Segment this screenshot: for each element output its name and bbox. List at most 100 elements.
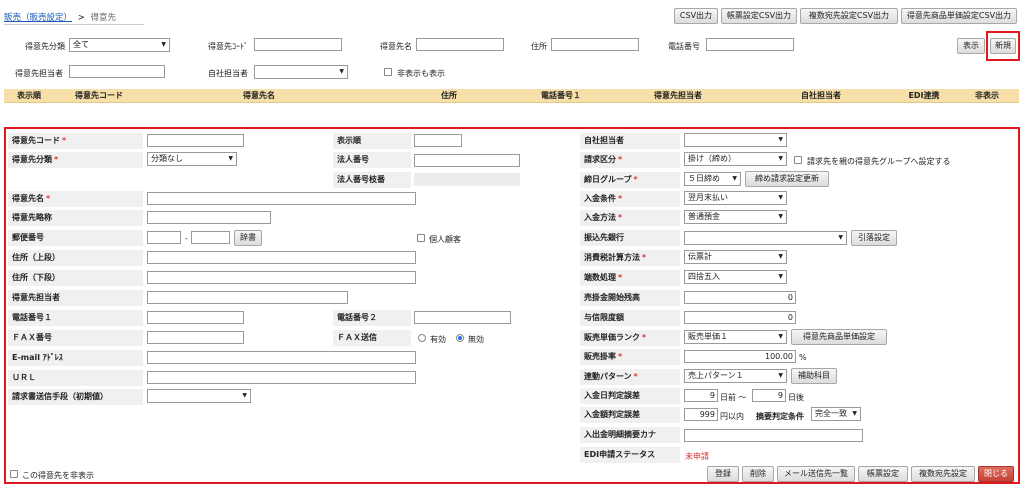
date-before-input[interactable]: 9 [684,389,718,402]
label-address-upper: 住所（上段） [8,250,143,266]
amount-tolerance-input[interactable]: 999 [684,408,718,421]
sub-account-button[interactable]: 補助科目 [791,368,837,384]
delete-button[interactable]: 削除 [742,466,774,482]
customer-person-input[interactable] [147,291,348,304]
product-price-csv-button[interactable]: 得意先商品単価設定CSV出力 [901,8,1017,24]
customer-short-name-input[interactable] [147,211,271,224]
breadcrumb-current: 得意先 [90,13,117,23]
search-person-label: 得意先担当者 [15,69,63,78]
mail-recipients-button[interactable]: メール送信先一覧 [777,466,855,482]
search-own-person-label: 自社担当者 [208,69,248,78]
label-zip: 郵便番号 [8,230,143,246]
price-rank-select[interactable]: 販売単価１ ▼ [684,330,787,344]
close-button[interactable]: 閉じる [978,466,1014,482]
bank-select[interactable]: ▼ [684,231,847,245]
invoice-method-select[interactable]: ▼ [147,389,251,403]
label-pattern: 連動パターン * [580,369,680,385]
billing-type-select[interactable]: 掛け（締め） ▼ [684,152,787,166]
own-person-select[interactable]: ▼ [684,133,787,147]
zip-second-input[interactable] [191,231,230,244]
col-header-name[interactable]: 得意先名 [204,89,314,103]
label-bank: 振込先銀行 [580,230,680,246]
parent-group-checkbox[interactable] [794,156,802,164]
pattern-select[interactable]: 売上パターン１ ▼ [684,369,787,383]
label-customer-short-name: 得意先略称 [8,210,143,226]
col-header-hidden[interactable]: 非表示 [969,89,1005,103]
zip-first-input[interactable] [147,231,181,244]
search-own-person-select[interactable]: ▼ [254,65,348,79]
multi-address-settings-button[interactable]: 複数宛先設定 [911,466,975,482]
col-header-own-person[interactable]: 自社担当者 [786,89,856,103]
chevron-down-icon: ▼ [778,213,783,220]
phone2-input[interactable] [414,311,511,324]
payment-terms-select[interactable]: 翌月末払い ▼ [684,191,787,205]
address-upper-input[interactable] [147,251,416,264]
search-person-input[interactable] [69,65,165,78]
tax-calc-select[interactable]: 伝票計 ▼ [684,250,787,264]
ar-balance-input[interactable]: 0 [684,291,796,304]
corporate-number-input[interactable] [414,154,520,167]
label-corporate-number: 法人番号 [333,152,411,168]
csv-export-button[interactable]: CSV出力 [674,8,718,24]
label-address-lower: 住所（下段） [8,270,143,286]
address-lower-input[interactable] [147,271,416,284]
payment-method-select[interactable]: 普通預金 ▼ [684,210,787,224]
display-order-input[interactable] [414,134,462,147]
fax-send-enabled-radio[interactable] [418,334,426,342]
product-price-settings-button[interactable]: 得意先商品単価設定 [791,329,887,345]
individual-customer-checkbox[interactable] [417,234,425,242]
credit-limit-input[interactable]: 0 [684,311,796,324]
date-after-input[interactable]: 9 [752,389,786,402]
label-customer-category: 得意先分類 * [8,152,143,168]
label-customer-name: 得意先名 * [8,191,143,207]
label-billing-type: 請求区分 * [580,152,680,168]
multi-address-csv-button[interactable]: 複数宛先設定CSV出力 [800,8,898,24]
col-header-code[interactable]: 得意先コード [64,89,134,103]
col-header-phone[interactable]: 電話番号１ [531,89,591,103]
kana-input[interactable] [684,429,863,442]
chevron-down-icon: ▼ [242,392,247,399]
register-button[interactable]: 登録 [707,466,739,482]
breadcrumb-parent-link[interactable]: 販売（販売設定） [4,13,72,23]
chevron-down-icon: ▼ [161,41,166,48]
new-button[interactable]: 新規 [990,38,1016,54]
corporate-branch-readonly [414,173,520,186]
customer-name-input[interactable] [147,192,416,205]
display-button[interactable]: 表示 [957,38,985,54]
sales-rate-input[interactable]: 100.00 [684,350,796,363]
amount-tolerance-unit: 円以内 [720,412,744,421]
closing-update-button[interactable]: 締め請求設定更新 [745,171,829,187]
fax-input[interactable] [147,331,244,344]
hide-customer-checkbox[interactable] [10,470,18,478]
label-display-order: 表示順 [333,133,411,149]
search-name-input[interactable] [416,38,504,51]
label-corporate-branch: 法人番号枝番 [333,172,411,188]
summary-condition-select[interactable]: 完全一致 ▼ [811,407,861,421]
search-category-select[interactable]: 全て ▼ [69,38,170,52]
search-address-input[interactable] [551,38,639,51]
email-input[interactable] [147,351,416,364]
label-customer-person: 得意先担当者 [8,290,143,306]
fax-send-disabled-radio[interactable] [456,334,464,342]
debit-settings-button[interactable]: 引落設定 [851,230,897,246]
label-invoice-method: 請求書送信手段（初期値） [8,389,143,405]
customer-category-select[interactable]: 分類なし ▼ [147,152,237,166]
col-header-order[interactable]: 表示順 [8,89,50,103]
chevron-down-icon: ▼ [852,410,857,417]
chevron-down-icon: ▼ [778,136,783,143]
col-header-edi[interactable]: EDI連携 [904,89,944,103]
search-code-input[interactable] [254,38,342,51]
customer-code-input[interactable] [147,134,244,147]
rounding-select[interactable]: 四捨五入 ▼ [684,270,787,284]
form-settings-csv-button[interactable]: 帳票設定CSV出力 [721,8,797,24]
form-settings-button[interactable]: 帳票設定 [858,466,908,482]
col-header-address[interactable]: 住所 [424,89,474,103]
fax-send-disabled-label: 無効 [468,335,484,344]
zip-dictionary-button[interactable]: 辞書 [234,230,262,246]
phone1-input[interactable] [147,311,244,324]
search-phone-input[interactable] [706,38,794,51]
show-hidden-checkbox[interactable] [384,68,392,76]
closing-group-select[interactable]: ５日締め ▼ [684,172,741,186]
col-header-person[interactable]: 得意先担当者 [638,89,718,103]
url-input[interactable] [147,371,416,384]
